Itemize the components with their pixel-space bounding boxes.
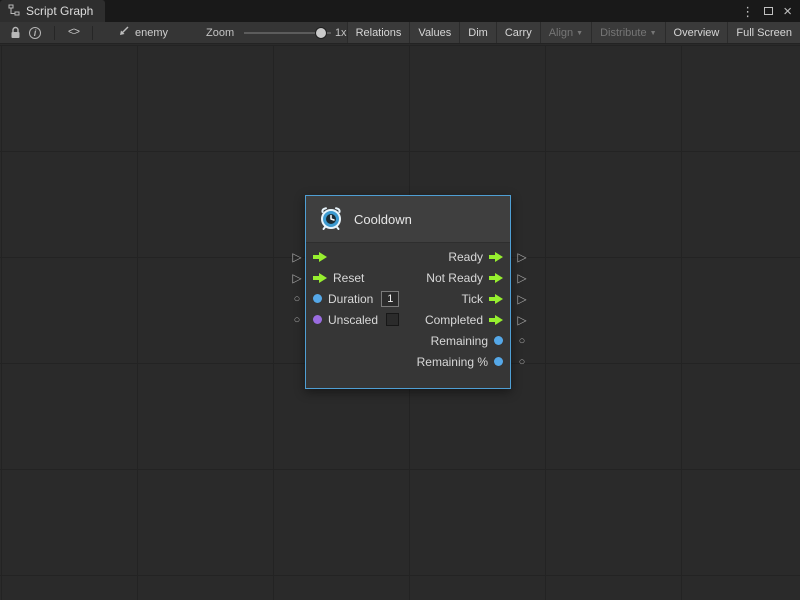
node-frame[interactable]: Cooldown Ready Reset <box>305 195 511 389</box>
port-not-ready[interactable]: Not Ready <box>426 271 503 285</box>
full-screen-button[interactable]: Full Screen <box>727 22 800 43</box>
port-row: Duration Tick <box>306 288 510 309</box>
graph-pointer-icon <box>118 25 130 40</box>
unscaled-checkbox[interactable] <box>386 313 399 326</box>
port-row: Remaining <box>306 330 510 351</box>
port-row: Ready <box>306 246 510 267</box>
cooldown-node[interactable]: ▷ ▷ ○ ○ ▷ ▷ ▷ ▷ ○ ○ <box>291 195 531 395</box>
script-graph-icon <box>8 4 20 19</box>
value-port-icon <box>313 294 322 303</box>
tab-script-graph[interactable]: Script Graph <box>0 0 105 22</box>
remaining-percent-port-connector[interactable]: ○ <box>515 355 529 369</box>
value-port-icon <box>494 336 503 345</box>
completed-port-connector[interactable]: ▷ <box>515 313 529 327</box>
graph-name: enemy <box>135 27 168 39</box>
remaining-port-connector[interactable]: ○ <box>515 334 529 348</box>
tab-label: Script Graph <box>26 4 93 18</box>
enter-port-connector[interactable]: ▷ <box>290 250 304 264</box>
toolbar-separator <box>54 26 55 40</box>
unscaled-port-connector[interactable]: ○ <box>290 313 304 327</box>
port-remaining[interactable]: Remaining <box>431 334 503 348</box>
duration-value-field[interactable] <box>381 291 399 307</box>
ready-port-connector[interactable]: ▷ <box>515 250 529 264</box>
flow-arrow-icon <box>489 293 503 305</box>
bool-port-icon <box>313 315 322 324</box>
window-controls: ⋮ × <box>741 0 800 22</box>
port-completed[interactable]: Completed <box>425 313 503 327</box>
maximize-icon[interactable] <box>764 7 773 15</box>
chevron-down-icon: ▼ <box>576 30 583 37</box>
code-view-icon[interactable]: <> <box>64 22 83 43</box>
toolbar-buttons: Relations Values Dim Carry Align ▼ Distr… <box>347 22 800 43</box>
port-row: Unscaled Completed <box>306 309 510 330</box>
flow-arrow-icon <box>489 314 503 326</box>
lock-icon[interactable] <box>6 22 25 43</box>
toolbar-separator <box>92 26 93 40</box>
window-titlebar: Script Graph ⋮ × <box>0 0 800 22</box>
node-body: Ready Reset Not Ready <box>306 243 510 388</box>
value-port-icon <box>494 357 503 366</box>
graph-canvas[interactable]: ▷ ▷ ○ ○ ▷ ▷ ▷ ▷ ○ ○ <box>0 45 800 600</box>
info-icon[interactable]: i <box>25 22 45 43</box>
graph-toolbar: i <> enemy Zoom 1x Relations Values Dim … <box>0 22 800 44</box>
port-row: Remaining % <box>306 351 510 372</box>
port-duration[interactable]: Duration <box>313 291 399 307</box>
distribute-dropdown[interactable]: Distribute ▼ <box>591 22 664 43</box>
port-ready[interactable]: Ready <box>448 250 503 264</box>
graph-breadcrumb[interactable]: enemy <box>118 25 168 40</box>
chevron-down-icon: ▼ <box>650 30 657 37</box>
overview-button[interactable]: Overview <box>665 22 728 43</box>
values-button[interactable]: Values <box>409 22 459 43</box>
dim-button[interactable]: Dim <box>459 22 496 43</box>
carry-button[interactable]: Carry <box>496 22 540 43</box>
align-dropdown[interactable]: Align ▼ <box>540 22 591 43</box>
zoom-label: Zoom <box>206 27 234 39</box>
relations-button[interactable]: Relations <box>347 22 410 43</box>
flow-arrow-icon <box>313 272 327 284</box>
port-row: Reset Not Ready <box>306 267 510 288</box>
flow-arrow-icon <box>489 272 503 284</box>
flow-arrow-icon <box>313 251 327 263</box>
node-title: Cooldown <box>354 212 412 227</box>
zoom-slider-handle[interactable] <box>315 27 327 39</box>
port-unscaled[interactable]: Unscaled <box>313 313 399 327</box>
kebab-menu-icon[interactable]: ⋮ <box>741 5 754 18</box>
flow-arrow-icon <box>489 251 503 263</box>
not-ready-port-connector[interactable]: ▷ <box>515 271 529 285</box>
zoom-value: 1x <box>335 27 347 39</box>
port-tick[interactable]: Tick <box>461 292 503 306</box>
port-reset[interactable]: Reset <box>313 271 364 285</box>
close-icon[interactable]: × <box>783 4 792 19</box>
port-enter[interactable] <box>313 251 327 263</box>
duration-port-connector[interactable]: ○ <box>290 292 304 306</box>
node-header[interactable]: Cooldown <box>306 196 510 243</box>
zoom-slider[interactable] <box>244 27 331 39</box>
reset-port-connector[interactable]: ▷ <box>290 271 304 285</box>
port-remaining-percent[interactable]: Remaining % <box>417 355 503 369</box>
alarm-clock-icon <box>318 205 344 234</box>
tick-port-connector[interactable]: ▷ <box>515 292 529 306</box>
